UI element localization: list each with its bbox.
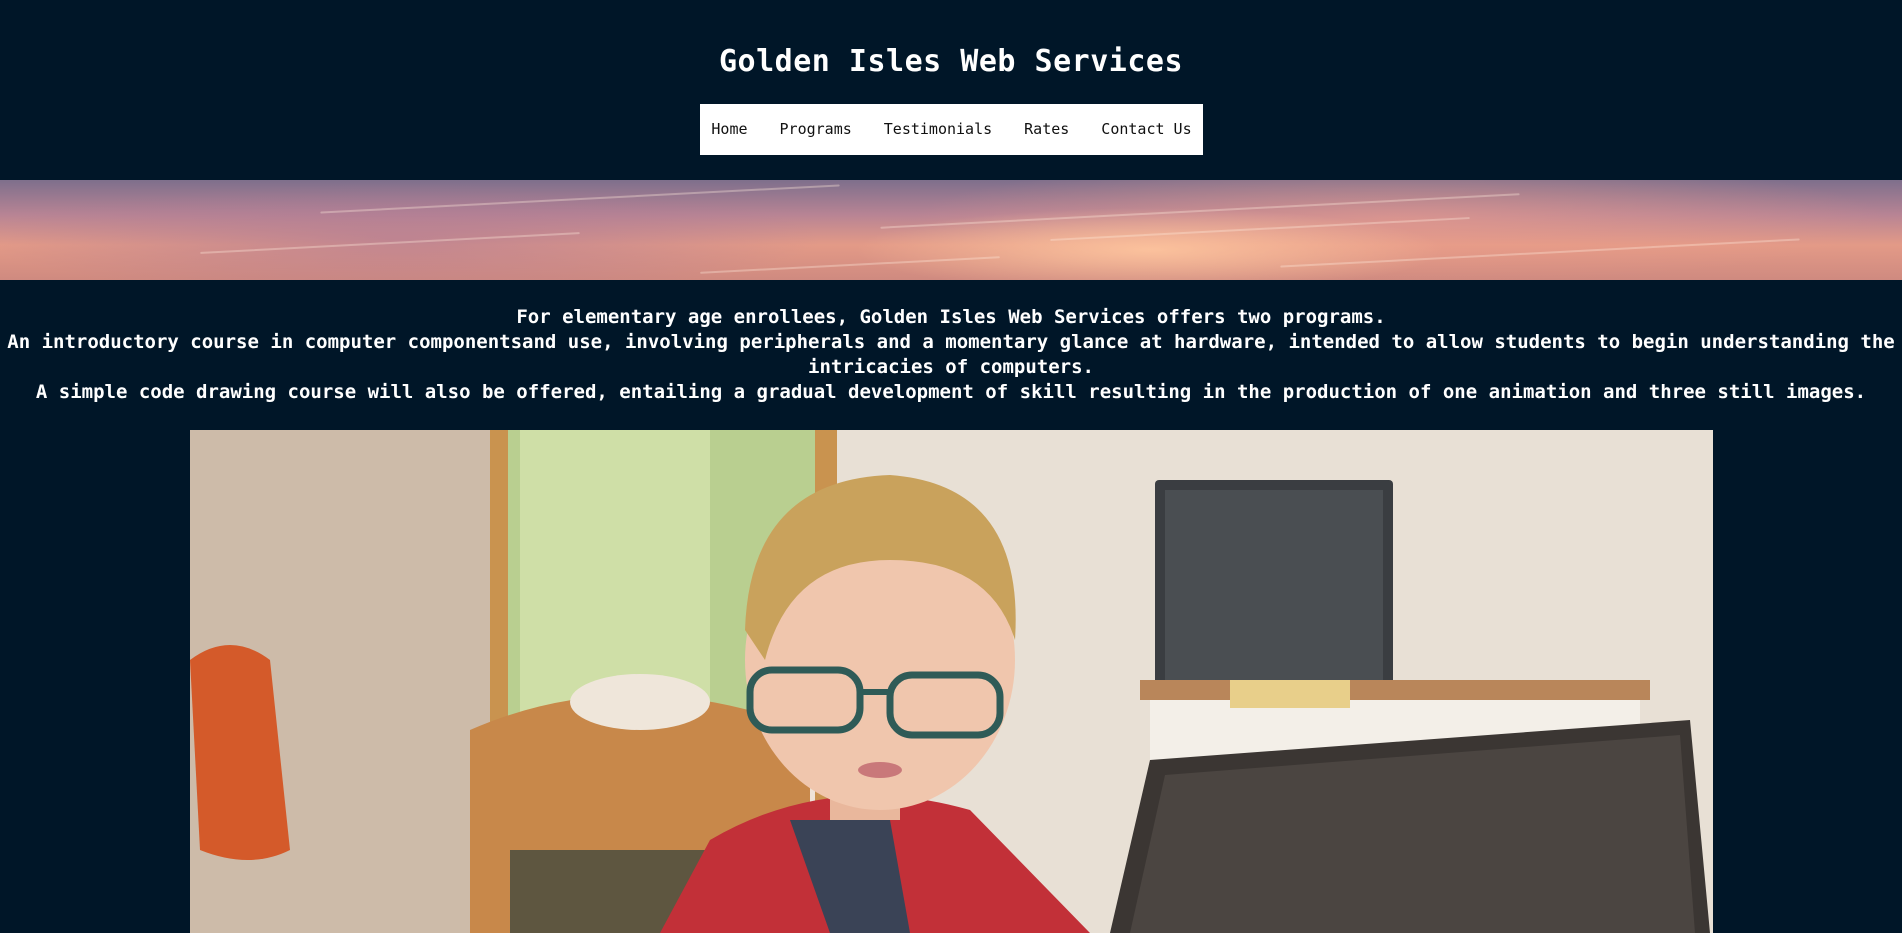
nav-home-link[interactable]: Home	[695, 104, 763, 155]
intro-line-2: An introductory course in computer compo…	[7, 331, 1895, 378]
programs-intro: For elementary age enrollees, Golden Isl…	[0, 305, 1902, 405]
nav-contact-us-link[interactable]: Contact Us	[1085, 104, 1207, 155]
site-header: Golden Isles Web Services Home Programs …	[0, 0, 1902, 180]
child-at-laptop-photo	[190, 430, 1713, 933]
site-title: Golden Isles Web Services	[718, 44, 1184, 79]
intro-line-1: For elementary age enrollees, Golden Isl…	[516, 306, 1386, 328]
main-nav: Home Programs Testimonials Rates Contact…	[700, 104, 1203, 155]
nav-programs-link[interactable]: Programs	[764, 104, 868, 155]
nav-testimonials-link[interactable]: Testimonials	[868, 104, 1008, 155]
intro-line-3: A simple code drawing course will also b…	[35, 381, 1867, 403]
page: Golden Isles Web Services Home Programs …	[0, 0, 1902, 933]
sunset-banner-image	[0, 180, 1902, 280]
nav-rates-link[interactable]: Rates	[1008, 104, 1085, 155]
